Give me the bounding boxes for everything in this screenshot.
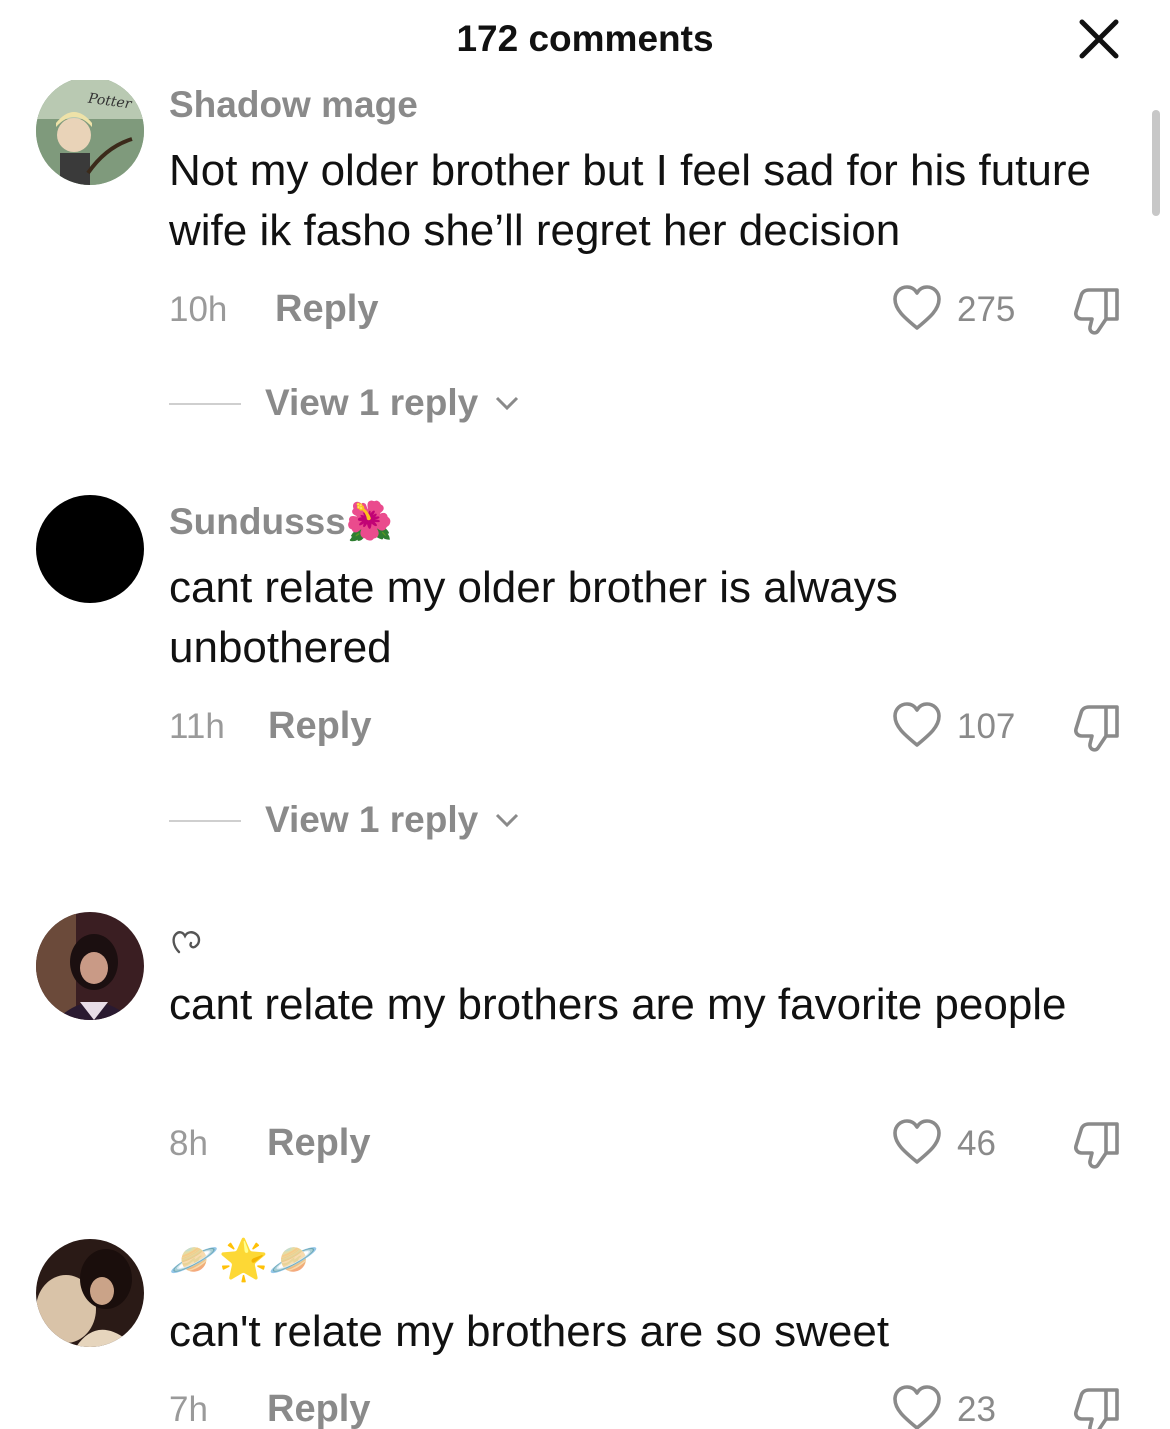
chevron-down-icon [495,813,519,828]
reply-button[interactable]: Reply [275,288,378,331]
heart-icon [893,285,941,330]
like-count: 46 [957,1124,996,1163]
comment-username[interactable]: 🪐🌟🪐 [169,1236,318,1283]
like-count: 23 [957,1390,996,1429]
dislike-button[interactable] [1069,1384,1123,1429]
comment-time: 8h [169,1124,208,1163]
divider [169,820,241,822]
hibiscus-icon: 🌺 [345,501,394,543]
heart-icon [893,1385,941,1429]
comments-count-title: 172 comments [456,18,714,59]
comment-time: 10h [169,290,228,329]
portrait-avatar [36,1239,144,1347]
dislike-button[interactable] [1069,701,1123,753]
chevron-down-icon [495,396,519,411]
view-replies-button[interactable]: View 1 reply [169,380,669,430]
comment-meta: 11h Reply 107 [169,701,1149,753]
avatar[interactable] [36,1239,144,1347]
comment-text: can't relate my brothers are so sweet [169,1307,890,1356]
view-replies-label: View 1 reply [265,382,479,423]
dislike-button[interactable] [1069,1118,1123,1170]
comment-text: cant relate my older brother is always u… [169,563,898,672]
thumbs-down-icon [1074,705,1119,752]
reply-button[interactable]: Reply [267,1388,370,1429]
username-text: Sundusss [169,501,346,542]
comments-header: 172 comments [0,0,1170,80]
thumbs-down-icon [1074,288,1119,335]
avatar[interactable] [36,495,144,603]
comment-username[interactable]: Sundusss🌺 [169,500,393,544]
comment-text: Not my older brother but I feel sad for … [169,146,1092,255]
comment-meta: 10h Reply 275 [169,284,1149,336]
wizard-avatar-icon: Potter [36,77,144,185]
planet-star-icon: 🪐🌟🪐 [169,1238,319,1282]
thumbs-down-icon [1074,1122,1119,1169]
like-count: 107 [957,707,1016,746]
comment-meta: 8h Reply 46 [169,1118,1149,1170]
like-count: 275 [957,290,1016,329]
comment-time: 7h [169,1390,208,1429]
heart-icon [893,702,941,747]
comment-username[interactable] [169,918,205,960]
avatar[interactable]: Potter [36,77,144,185]
portrait-avatar [36,912,144,1020]
view-replies-label: View 1 reply [265,799,479,840]
comment-username[interactable]: Shadow mage [169,84,418,126]
divider [169,403,241,405]
reply-button[interactable]: Reply [268,705,371,748]
avatar[interactable] [36,912,144,1020]
close-button[interactable] [1074,14,1124,64]
comments-list[interactable]: Potter Shadow mage Not my older brother … [0,0,1170,1429]
comment-text: cant relate my brothers are my favorite … [169,980,1067,1029]
close-icon [1079,19,1119,59]
comment-meta: 7h Reply 23 [169,1384,1149,1429]
reply-button[interactable]: Reply [267,1122,370,1165]
heart-icon [893,1119,941,1164]
thumbs-down-icon [1074,1388,1119,1429]
comment-time: 11h [169,707,225,746]
doodle-heart-icon [172,931,201,954]
view-replies-button[interactable]: View 1 reply [169,797,669,847]
scrollbar[interactable] [1152,110,1160,216]
dislike-button[interactable] [1069,284,1123,336]
